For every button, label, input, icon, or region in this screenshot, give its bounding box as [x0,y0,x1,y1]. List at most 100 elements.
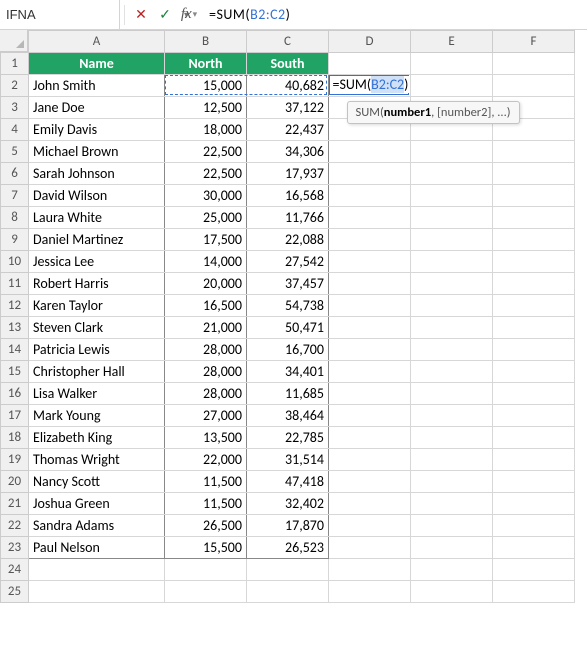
row-header[interactable]: 17 [1,405,29,427]
cell-A19[interactable]: Thomas Wright [29,449,165,471]
name-box-wrap[interactable]: ▾ [0,0,120,29]
cell-A9[interactable]: Daniel Martinez [29,229,165,251]
row-header[interactable]: 7 [1,185,29,207]
cell-F23[interactable] [493,537,575,559]
cell-F9[interactable] [493,229,575,251]
cell-F10[interactable] [493,251,575,273]
row-header[interactable]: 9 [1,229,29,251]
row-header[interactable]: 8 [1,207,29,229]
cell-C19[interactable]: 31,514 [247,449,329,471]
row-header[interactable]: 24 [1,559,29,581]
cell-A13[interactable]: Steven Clark [29,317,165,339]
cell-E25[interactable] [411,581,493,603]
row-header[interactable]: 1 [1,53,29,75]
cell-E17[interactable] [411,405,493,427]
cell-C9[interactable]: 22,088 [247,229,329,251]
cell-B22[interactable]: 26,500 [165,515,247,537]
cell-F2[interactable] [493,75,575,97]
cell-C5[interactable]: 34,306 [247,141,329,163]
cell-D25[interactable] [329,581,411,603]
cell-A1[interactable]: Name [29,53,165,75]
cell-E14[interactable] [411,339,493,361]
cell-C13[interactable]: 50,471 [247,317,329,339]
cell-A24[interactable] [29,559,165,581]
cell-E22[interactable] [411,515,493,537]
row-header[interactable]: 19 [1,449,29,471]
cell-B6[interactable]: 22,500 [165,163,247,185]
cell-F11[interactable] [493,273,575,295]
cell-A22[interactable]: Sandra Adams [29,515,165,537]
cell-D15[interactable] [329,361,411,383]
row-header[interactable]: 23 [1,537,29,559]
cell-E6[interactable] [411,163,493,185]
cell-D5[interactable] [329,141,411,163]
row-header[interactable]: 21 [1,493,29,515]
cell-F20[interactable] [493,471,575,493]
column-header-C[interactable]: C [247,31,329,53]
cell-B7[interactable]: 30,000 [165,185,247,207]
cell-C4[interactable]: 22,437 [247,119,329,141]
cell-C14[interactable]: 16,700 [247,339,329,361]
cell-F18[interactable] [493,427,575,449]
cell-F14[interactable] [493,339,575,361]
cell-E11[interactable] [411,273,493,295]
cell-E1[interactable] [411,53,493,75]
column-header-B[interactable]: B [165,31,247,53]
cell-C20[interactable]: 47,418 [247,471,329,493]
row-header[interactable]: 25 [1,581,29,603]
cell-B13[interactable]: 21,000 [165,317,247,339]
row-header[interactable]: 16 [1,383,29,405]
column-header-A[interactable]: A [29,31,165,53]
cell-C22[interactable]: 17,870 [247,515,329,537]
cell-F24[interactable] [493,559,575,581]
cell-B23[interactable]: 15,500 [165,537,247,559]
cell-F12[interactable] [493,295,575,317]
cell-D16[interactable] [329,383,411,405]
cell-A16[interactable]: Lisa Walker [29,383,165,405]
cell-A2[interactable]: John Smith [29,75,165,97]
select-all-corner[interactable] [0,30,28,52]
row-header[interactable]: 6 [1,163,29,185]
cell-F22[interactable] [493,515,575,537]
cell-A14[interactable]: Patricia Lewis [29,339,165,361]
cell-B4[interactable]: 18,000 [165,119,247,141]
cell-C2[interactable]: 40,682 [247,75,329,97]
cell-A10[interactable]: Jessica Lee [29,251,165,273]
cell-B5[interactable]: 22,500 [165,141,247,163]
cell-D7[interactable] [329,185,411,207]
cell-D24[interactable] [329,559,411,581]
cell-A18[interactable]: Elizabeth King [29,427,165,449]
row-header[interactable]: 3 [1,97,29,119]
cell-F15[interactable] [493,361,575,383]
cell-A20[interactable]: Nancy Scott [29,471,165,493]
cell-B16[interactable]: 28,000 [165,383,247,405]
row-header[interactable]: 14 [1,339,29,361]
cell-D14[interactable] [329,339,411,361]
cell-F25[interactable] [493,581,575,603]
cell-B12[interactable]: 16,500 [165,295,247,317]
cell-F6[interactable] [493,163,575,185]
cell-C16[interactable]: 11,685 [247,383,329,405]
cell-E20[interactable] [411,471,493,493]
row-header[interactable]: 11 [1,273,29,295]
cell-F19[interactable] [493,449,575,471]
cell-editor[interactable]: =SUM(B2:C2) [331,76,411,93]
cell-D6[interactable] [329,163,411,185]
insert-function-button[interactable]: fx▾ [177,3,201,27]
column-header-D[interactable]: D [329,31,411,53]
cell-D19[interactable] [329,449,411,471]
cell-B17[interactable]: 27,000 [165,405,247,427]
cell-A21[interactable]: Joshua Green [29,493,165,515]
row-header[interactable]: 13 [1,317,29,339]
cell-C15[interactable]: 34,401 [247,361,329,383]
cell-C7[interactable]: 16,568 [247,185,329,207]
cell-B2[interactable]: 15,000 [165,75,247,97]
cell-A7[interactable]: David Wilson [29,185,165,207]
cell-D12[interactable] [329,295,411,317]
accept-button[interactable]: ✓ [153,3,177,27]
cell-E21[interactable] [411,493,493,515]
cell-C17[interactable]: 38,464 [247,405,329,427]
cell-F21[interactable] [493,493,575,515]
cell-E19[interactable] [411,449,493,471]
cell-B1[interactable]: North [165,53,247,75]
